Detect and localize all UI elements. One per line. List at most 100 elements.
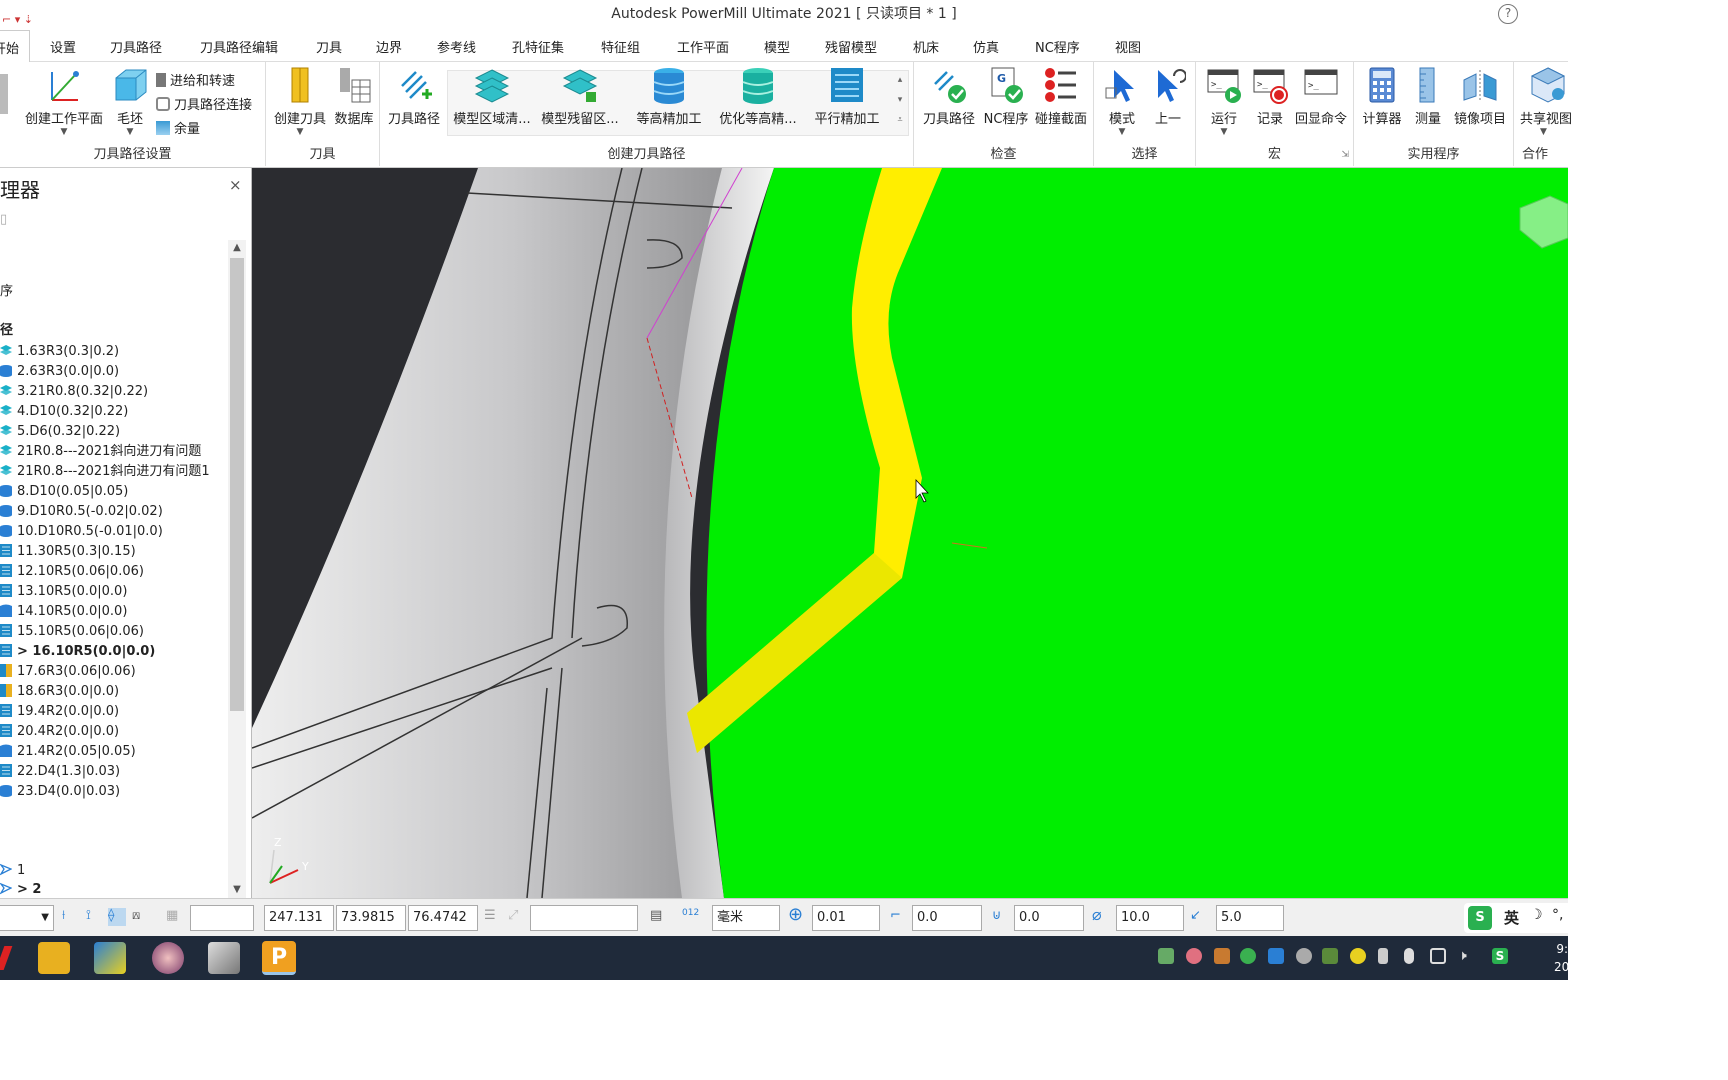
tray-icon-1[interactable] [1158,948,1174,964]
optimized-constant-z-button[interactable]: 优化等高精... [716,66,800,127]
toolpath-tree-item[interactable]: > 16.10R5(0.0|0.0) [0,642,155,662]
feeds-speeds-button[interactable]: 进给和转速 [156,70,235,89]
grid-snap-icon[interactable]: ⟠ [108,908,126,926]
network-icon[interactable] [1430,948,1446,964]
thickness-button[interactable]: 余量 [156,118,200,137]
tab-view[interactable]: 视图 [1115,37,1141,56]
calculator-button[interactable]: 计算器 [1360,66,1404,127]
microphone-icon[interactable] [1404,948,1414,964]
transform-icon[interactable]: ⤢ [508,908,526,926]
ime-toolbar[interactable]: S 英 ☽ °, [1464,903,1568,933]
tray-icon-6[interactable] [1296,948,1312,964]
toolpath-tree-item[interactable]: 3.21R0.8(0.32|0.22) [0,382,148,402]
create-tool-button[interactable]: 创建刀具 ▼ [272,66,328,137]
coord-z-field[interactable]: 76.4742 [408,905,478,931]
start-partial-icon[interactable] [0,946,13,970]
tab-machine[interactable]: 机床 [913,37,939,56]
toolpath-tree-item[interactable]: 12.10R5(0.06|0.06) [0,562,144,582]
measure-button[interactable]: 测量 [1408,66,1448,127]
toolpath-strategy-button[interactable]: 刀具路径 [386,66,442,127]
tab-pattern[interactable]: 参考线 [437,37,476,56]
macro-run-button[interactable]: >_ 运行 ▼ [1202,66,1246,137]
tray-icon-3[interactable] [1214,948,1230,964]
toolpath-tree-item[interactable]: 15.10R5(0.06|0.06) [0,622,144,642]
moon-icon[interactable]: ☽ [1530,907,1543,923]
scroll-thumb[interactable] [230,258,244,711]
autodesk-icon[interactable] [1268,948,1284,964]
units-field[interactable]: 毫米 [712,905,780,931]
toolpath-tree-item[interactable]: 21.4R2(0.05|0.05) [0,742,136,762]
calc-small-icon[interactable]: ▤ [650,908,668,926]
toolpath-tree-item[interactable]: 21R0.8---2021斜向进刀有问题 [0,442,201,462]
thickness-field[interactable]: 0.0 [912,905,982,931]
toolpath-tree-item[interactable]: 序 [0,282,13,302]
toolpath-tree-item[interactable]: 19.4R2(0.0|0.0) [0,702,119,722]
tab-feature-groups[interactable]: 特征组 [601,37,640,56]
toolpath-tree-item[interactable]: 5.D6(0.32|0.22) [0,422,120,442]
diameter-field[interactable]: 10.0 [1116,905,1184,931]
tab-toolpaths[interactable]: 刀具路径 [110,37,162,56]
toolpath-tree-item[interactable]: 8.D10(0.05|0.05) [0,482,128,502]
nvidia-icon[interactable] [1322,948,1338,964]
tab-tool[interactable]: 刀具 [316,37,342,56]
workplane-select[interactable]: ▼ [0,905,54,931]
block-button[interactable]: 毛坯 ▼ [112,66,148,137]
toolpath-tree-item[interactable]: 4.D10(0.32|0.22) [0,402,128,422]
select-mode-button[interactable]: 模式 ▼ [1102,66,1142,137]
toolpath-tree-item[interactable]: 9.D10R0.5(-0.02|0.02) [0,502,163,522]
create-workplane-button[interactable]: 创建工作平面 ▼ [22,66,106,137]
tab-model[interactable]: 模型 [764,37,790,56]
powermill-taskbar-icon[interactable]: P [262,941,296,975]
toolpath-tree-item[interactable]: 13.10R5(0.0|0.0) [0,582,127,602]
tab-simulation[interactable]: 仿真 [973,37,999,56]
ime-mode[interactable]: 英 [1504,907,1519,928]
pick-icon[interactable]: ⟟ [86,908,104,926]
scroll-up-icon[interactable]: ▲ [228,242,246,258]
tab-home[interactable]: 开始 [0,30,30,63]
model-rest-area-button[interactable]: 模型残留区... [538,66,622,127]
grid-field[interactable] [190,905,254,931]
toolpath-tree-item[interactable]: 10.D10R0.5(-0.01|0.0) [0,522,163,542]
volume-icon[interactable]: 🕨 [1458,948,1474,964]
tab-holes[interactable]: 孔特征集 [512,37,564,56]
grid-icon[interactable]: ▦ [166,908,184,926]
tab-stock-model[interactable]: 残留模型 [825,37,877,56]
share-view-button[interactable]: 共享视图 ▼ [1520,66,1580,137]
tab-toolpath-edit[interactable]: 刀具路径编辑 [200,37,278,56]
explorer-scrollbar[interactable]: ▲ ▼ [228,240,246,900]
verify-toolpath-button[interactable]: 刀具路径 [920,66,978,127]
model-area-clearance-button[interactable]: 模型区域清... [450,66,534,127]
tolerance-field[interactable]: 0.01 [812,905,880,931]
wechat-icon[interactable] [1240,948,1256,964]
raster-finishing-button[interactable]: 平行精加工 [810,66,884,127]
collision-section-button[interactable]: 碰撞截面 [1032,66,1090,127]
toolpath-tree-item[interactable]: 1.63R3(0.3|0.2) [0,342,119,362]
macro-record-button[interactable]: >_ 记录 [1250,66,1290,127]
dialog-launcher-icon[interactable]: ⇲ [1341,150,1349,160]
gallery-scroll[interactable]: ▴ ▾ ⩡ [892,70,908,136]
tab-workplane[interactable]: 工作平面 [677,37,729,56]
graphics-viewport[interactable]: Z Y [252,168,1568,898]
toolpath-tree-item[interactable]: 21R0.8---2021斜向进刀有问题1 [0,462,210,482]
app-icon-2[interactable] [94,942,126,974]
toolpath-tree-item[interactable]: 20.4R2(0.0|0.0) [0,722,119,742]
verify-nc-button[interactable]: G NC程序 [982,66,1030,127]
nc-program-tree-item[interactable]: 1 [0,861,25,881]
tab-setup[interactable]: 设置 [50,37,76,56]
toolpath-tree-item[interactable]: 11.30R5(0.3|0.15) [0,542,136,562]
axial-thickness-field[interactable]: 0.0 [1014,905,1084,931]
drag-icon[interactable]: ⟎ [132,908,150,926]
toolpath-tree-item[interactable]: 22.D4(1.3|0.03) [0,762,120,782]
app-icon-3[interactable] [152,942,184,974]
usb-icon[interactable] [1378,948,1388,964]
toolpath-tree-item[interactable]: 17.6R3(0.06|0.06) [0,662,136,682]
constant-z-button[interactable]: 等高精加工 [632,66,706,127]
mirror-button[interactable]: 镜像项目 [1450,66,1510,127]
database-button[interactable]: 数据库 [332,66,376,127]
stepover-field[interactable]: 5.0 [1216,905,1284,931]
toolpath-tree-item[interactable]: 径 [0,321,13,341]
explorer-filter-icon[interactable]: ▯ [0,212,7,227]
coord-x-field[interactable]: 247.131 [264,905,334,931]
punct-icon[interactable]: °, [1552,907,1563,923]
list-icon[interactable]: ☰ [484,908,502,926]
